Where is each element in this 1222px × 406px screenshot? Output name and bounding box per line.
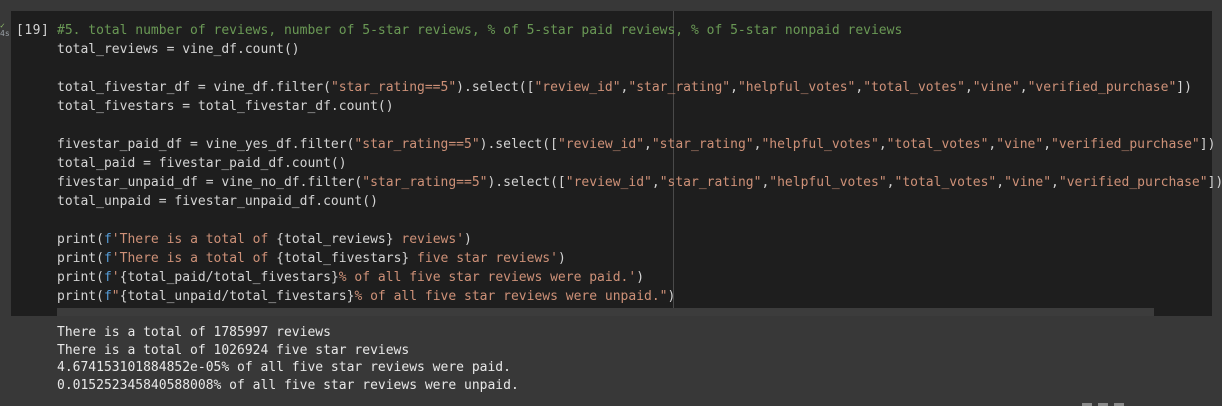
code-line[interactable]: print(f"{total_unpaid/total_fivestars}% … (57, 287, 1212, 306)
code-token: ).select([ (456, 80, 535, 95)
code-token: ]) (1176, 80, 1192, 95)
cell-run-status: ✓ 4s (0, 22, 10, 38)
code-token: "vine" (996, 137, 1044, 152)
code-line[interactable] (57, 116, 1212, 135)
code-token: "vine" (1004, 175, 1052, 190)
code-token: , (1051, 175, 1059, 190)
code-token: f (103, 270, 112, 285)
output-line: 4.674153101884852e-05% of all five star … (57, 360, 511, 375)
horizontal-scrollbar[interactable] (57, 308, 1154, 316)
code-token: {total_reviews} (276, 232, 394, 247)
code-token: "star_rating==5" (354, 137, 480, 152)
code-token: % of all five star reviews were paid.' (338, 270, 637, 285)
code-token: , (1043, 137, 1052, 152)
code-line[interactable]: print(f'There is a total of {total_fives… (57, 249, 1212, 268)
notebook-view: ✓ 4s [19] #5. total number of reviews, n… (0, 0, 1222, 406)
code-token: ) (667, 289, 676, 304)
code-token: total_unpaid = fivestar_unpaid_df.count(… (57, 194, 378, 209)
code-token: "star_rating" (628, 80, 731, 95)
code-token: , (996, 175, 1005, 190)
code-token: "total_votes" (886, 137, 989, 152)
code-token: "total_votes" (894, 175, 997, 190)
code-line[interactable] (57, 211, 1212, 230)
code-token: , (886, 175, 895, 190)
code-token: total_paid = fivestar_paid_df.count() (57, 156, 347, 171)
code-token: ) (464, 232, 472, 247)
code-token: "review_id" (565, 175, 652, 190)
code-token: "helpful_votes" (737, 80, 856, 95)
code-token: total_fivestar_df = vine_df.filter( (57, 80, 331, 95)
code-token: "star_rating" (651, 137, 754, 152)
code-line[interactable]: print(f'There is a total of {total_revie… (57, 230, 1212, 249)
code-cell[interactable]: [19] #5. total number of reviews, number… (11, 11, 1222, 316)
code-line[interactable]: total_unpaid = fivestar_unpaid_df.count(… (57, 192, 1212, 211)
code-token: , (730, 80, 738, 95)
code-token: , (878, 137, 887, 152)
code-token: fivestar_paid_df = vine_yes_df.filter( (57, 137, 355, 152)
code-editor[interactable]: #5. total number of reviews, number of 5… (57, 21, 1222, 306)
code-token: print( (57, 232, 104, 247)
code-token: "verified_purchase" (1027, 80, 1177, 95)
code-line[interactable]: fivestar_paid_df = vine_yes_df.filter("s… (57, 135, 1215, 154)
code-token: print( (57, 289, 104, 304)
code-line[interactable]: total_reviews = vine_df.count() (57, 40, 1212, 59)
output-line: 0.015252345840588008% of all five star r… (57, 377, 519, 393)
run-duration: 4s (0, 29, 10, 38)
code-line[interactable]: total_paid = fivestar_paid_df.count() (57, 154, 1212, 173)
code-token: reviews' (393, 232, 465, 247)
code-token: print( (57, 251, 104, 266)
code-line[interactable]: #5. total number of reviews, number of 5… (57, 21, 1212, 40)
code-token: f (103, 232, 112, 247)
code-token: print( (57, 270, 104, 285)
code-line[interactable]: print(f'{total_paid/total_fivestars}% of… (57, 268, 1212, 287)
code-token: "review_id" (534, 80, 621, 95)
code-token: ) (557, 251, 566, 266)
code-token: "review_id" (557, 137, 645, 152)
code-token: ).select([ (487, 175, 566, 190)
code-token: , (964, 80, 973, 95)
code-token: {total_paid/total_fivestars} (119, 270, 339, 285)
code-token: #5. total number of reviews, number of 5… (57, 23, 903, 38)
code-token: total_reviews = vine_df.count() (57, 42, 300, 57)
execution-count: [19] (16, 23, 50, 38)
code-token: , (1019, 80, 1028, 95)
code-line[interactable] (57, 59, 1212, 78)
code-token: ).select([ (479, 137, 558, 152)
code-line[interactable]: fivestar_unpaid_df = vine_no_df.filter("… (57, 173, 1222, 192)
code-token: "verified_purchase" (1051, 137, 1200, 152)
code-token: "verified_purchase" (1058, 175, 1208, 190)
code-token: , (644, 137, 652, 152)
output-line: There is a total of 1785997 reviews (57, 325, 331, 340)
code-token: % of all five star reviews were unpaid." (354, 289, 668, 304)
code-token: f (103, 289, 112, 304)
code-token: {total_unpaid/total_fivestars} (119, 289, 355, 304)
code-token: {total_fivestars} (276, 251, 410, 266)
code-token: ) (636, 270, 645, 285)
code-token: f (103, 251, 112, 266)
code-token: , (651, 175, 660, 190)
cell-output: There is a total of 1785997 reviews There… (57, 324, 519, 394)
code-line[interactable]: total_fivestars = total_fivestar_df.coun… (57, 97, 1212, 116)
code-token: "star_rating==5" (362, 175, 488, 190)
code-token: ]) (1207, 175, 1222, 190)
code-token: "star_rating==5" (330, 80, 457, 95)
code-token: "total_votes" (863, 80, 965, 95)
code-token: "helpful_votes" (769, 175, 887, 190)
code-token: "vine" (972, 80, 1020, 95)
code-token: ' (111, 270, 120, 285)
code-token: ]) (1199, 137, 1216, 152)
code-token: "star_rating" (659, 175, 762, 190)
code-line[interactable]: total_fivestar_df = vine_df.filter("star… (57, 78, 1212, 97)
code-token: fivestar_unpaid_df = vine_no_df.filter( (57, 175, 363, 190)
code-token: , (855, 80, 864, 95)
output-line: There is a total of 1026924 five star re… (57, 342, 410, 358)
code-token: "helpful_votes" (761, 137, 879, 152)
code-token: total_fivestars = total_fivestar_df.coun… (57, 99, 394, 114)
code-token: 'There is a total of (111, 251, 277, 266)
code-token: 'There is a total of (111, 232, 277, 247)
code-token: five star reviews' (409, 251, 558, 266)
code-token: " (111, 289, 120, 304)
